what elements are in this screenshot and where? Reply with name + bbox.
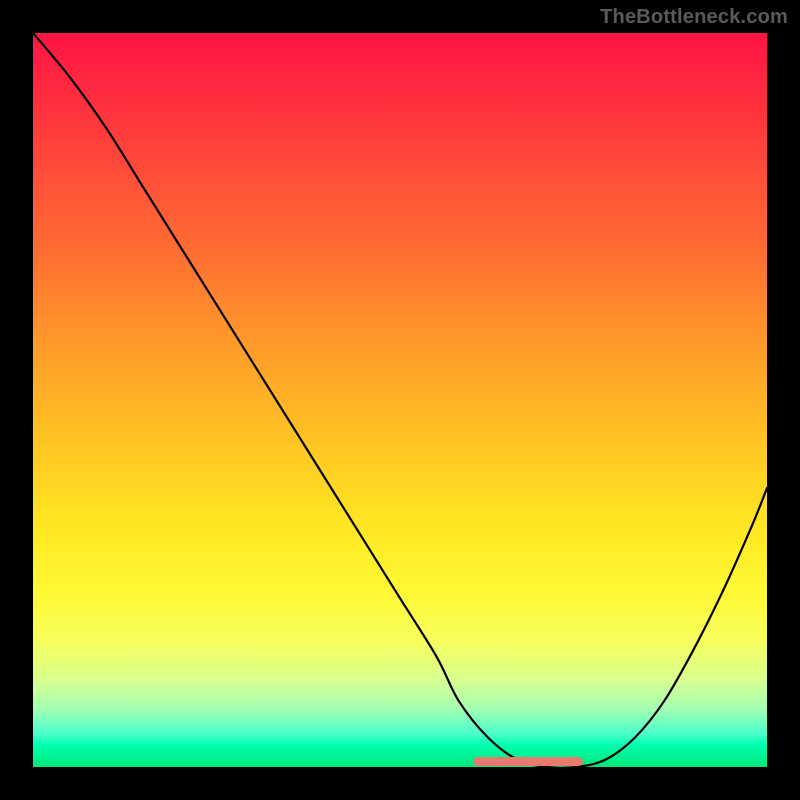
bottleneck-curve (33, 33, 767, 767)
curve-svg (33, 33, 767, 767)
flat-region-marker (473, 757, 583, 766)
watermark-text: TheBottleneck.com (600, 6, 788, 29)
chart-frame: TheBottleneck.com (0, 0, 800, 800)
plot-area (33, 33, 767, 767)
